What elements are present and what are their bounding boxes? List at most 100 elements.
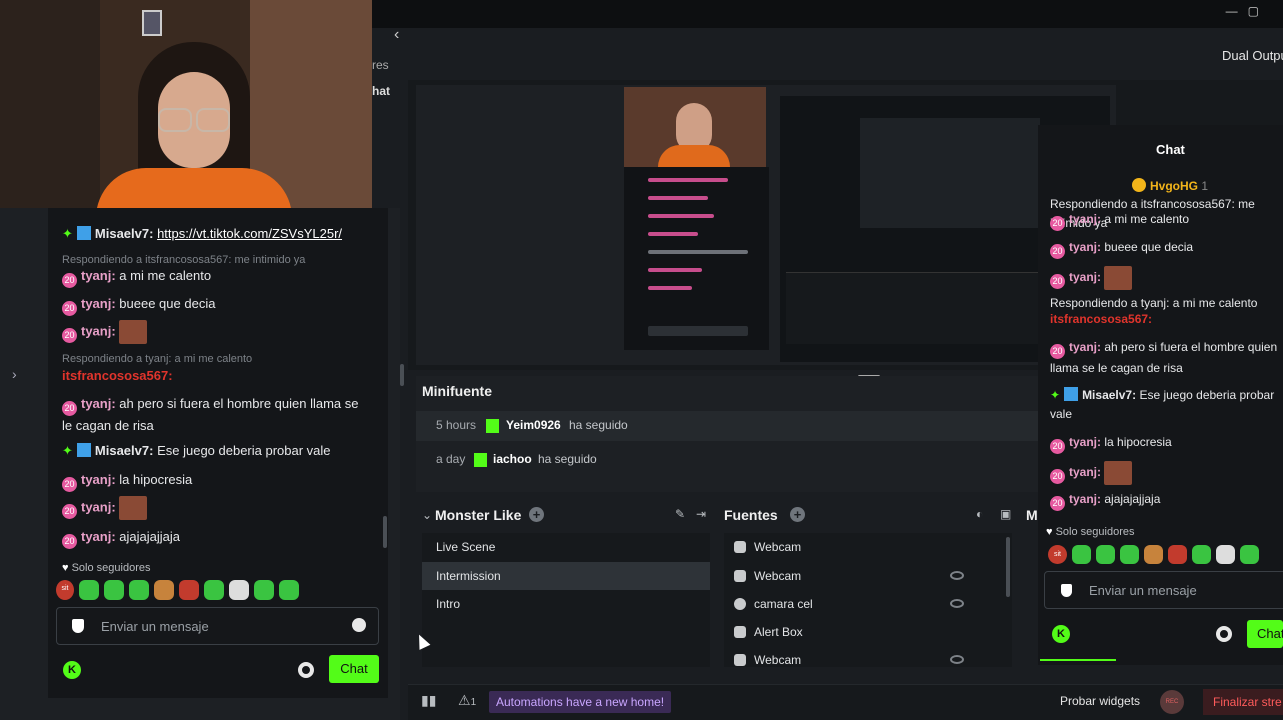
user-icon bbox=[734, 570, 746, 582]
emote-icon[interactable] bbox=[1144, 545, 1163, 564]
emote-icon[interactable] bbox=[1120, 545, 1139, 564]
collapse-chevron-icon[interactable]: ‹ bbox=[394, 26, 399, 44]
pin-icon[interactable]: ✎ bbox=[675, 507, 685, 521]
settings-icon[interactable]: ◐ bbox=[976, 507, 983, 521]
chat-input-placeholder[interactable]: Enviar un mensaje bbox=[1089, 583, 1197, 598]
scene-item-selected[interactable]: Intermission bbox=[422, 562, 710, 590]
kick-logo-icon[interactable]: K bbox=[1052, 625, 1070, 643]
add-scene-button[interactable]: + bbox=[529, 507, 544, 522]
collapse-panel-icon[interactable]: ⇥ bbox=[696, 507, 706, 521]
chat-message: 20 tyanj: bbox=[62, 496, 372, 520]
stats-icon[interactable]: ▮▮ bbox=[421, 692, 436, 709]
event-user[interactable]: iachoo bbox=[493, 452, 532, 466]
emote-icon[interactable] bbox=[1192, 545, 1211, 564]
gear-icon[interactable] bbox=[1216, 626, 1232, 642]
chat-username[interactable]: Misaelv7: bbox=[1082, 388, 1136, 402]
verified-badge-icon bbox=[76, 226, 91, 240]
gear-icon[interactable] bbox=[298, 662, 314, 678]
chat-username[interactable]: tyanj: bbox=[1069, 492, 1101, 506]
end-stream-button[interactable]: Finalizar stre bbox=[1203, 689, 1283, 715]
chat-text: a mi me calento bbox=[1104, 212, 1190, 226]
scenes-title: Monster Like bbox=[435, 507, 522, 523]
chat-username[interactable]: itsfrancososa567: bbox=[1050, 312, 1152, 326]
automations-banner[interactable]: Automations have a new home! bbox=[489, 691, 672, 713]
emote-image bbox=[1104, 461, 1133, 485]
chat-username[interactable]: tyanj: bbox=[81, 499, 116, 514]
emote-sit-icon[interactable]: sit bbox=[56, 580, 74, 600]
dual-output-label[interactable]: Dual Outpu bbox=[1222, 48, 1283, 63]
kick-logo-icon[interactable]: K bbox=[63, 661, 81, 679]
source-item[interactable]: Webcam bbox=[724, 533, 1012, 561]
chat-username[interactable]: tyanj: bbox=[81, 472, 116, 487]
visibility-icon[interactable] bbox=[950, 571, 964, 580]
pinned-user[interactable]: HvgoHG 1 bbox=[1132, 178, 1208, 193]
emote-icon[interactable] bbox=[204, 580, 224, 600]
dock-resize-bar[interactable] bbox=[400, 364, 404, 386]
emoji-icon[interactable] bbox=[352, 618, 366, 632]
followers-only-label: Solo seguidores bbox=[1055, 526, 1135, 538]
chat-username[interactable]: tyanj: bbox=[1069, 340, 1101, 354]
user-badge-icon: 20 bbox=[1050, 344, 1065, 359]
emote-icon[interactable] bbox=[1216, 545, 1235, 564]
emote-icon[interactable] bbox=[279, 580, 299, 600]
chat-username[interactable]: Misaelv7: bbox=[95, 443, 154, 458]
chevron-down-icon[interactable]: ⌄ bbox=[422, 508, 432, 522]
emote-icon[interactable] bbox=[254, 580, 274, 600]
alert-icon[interactable]: ⚠1 bbox=[458, 692, 476, 709]
chat-username[interactable]: tyanj: bbox=[1069, 212, 1101, 226]
source-item[interactable]: Webcam bbox=[724, 646, 1012, 674]
scene-item[interactable]: Live Scene bbox=[422, 533, 710, 561]
add-source-button[interactable]: + bbox=[790, 507, 805, 522]
pinned-username[interactable]: HvgoHG bbox=[1150, 179, 1198, 193]
emote-icon[interactable] bbox=[1072, 545, 1091, 564]
record-button[interactable]: REC bbox=[1160, 690, 1184, 714]
minimize-icon[interactable]: — ▢ bbox=[1226, 4, 1259, 18]
chat-username[interactable]: tyanj: bbox=[81, 396, 116, 411]
chat-input-placeholder[interactable]: Enviar un mensaje bbox=[101, 619, 209, 634]
emote-icon[interactable] bbox=[229, 580, 249, 600]
emote-sit-icon[interactable]: sit bbox=[1048, 545, 1067, 564]
emote-icon[interactable] bbox=[154, 580, 174, 600]
chat-scrollbar[interactable] bbox=[383, 516, 387, 548]
send-chat-button[interactable]: Chat bbox=[329, 655, 379, 683]
visibility-icon[interactable] bbox=[950, 599, 964, 608]
test-widgets-button[interactable]: Probar widgets bbox=[1060, 694, 1140, 708]
emote-icon[interactable] bbox=[179, 580, 199, 600]
chat-username[interactable]: tyanj: bbox=[1069, 270, 1101, 284]
sparkle-icon: ✦ bbox=[62, 443, 73, 458]
followers-only-label: Solo seguidores bbox=[71, 562, 151, 574]
emote-icon[interactable] bbox=[1096, 545, 1115, 564]
chat-username[interactable]: tyanj: bbox=[81, 296, 116, 311]
expand-arrow-icon[interactable]: › bbox=[12, 366, 17, 382]
right-send-chat-button[interactable]: Chat bbox=[1247, 620, 1283, 648]
event-user[interactable]: Yeim0926 bbox=[506, 418, 561, 432]
emote-icon[interactable] bbox=[1240, 545, 1259, 564]
app-root: — ▢ res hat ‹ Dual Outpu › ✦ Misaelv7: ht… bbox=[0, 0, 1283, 720]
chat-username[interactable]: tyanj: bbox=[81, 268, 116, 283]
preview-nested-canvas bbox=[860, 118, 1040, 228]
sparkle-icon: ✦ bbox=[62, 226, 73, 241]
emote-icon[interactable] bbox=[129, 580, 149, 600]
chat-username[interactable]: tyanj: bbox=[1069, 465, 1101, 479]
chat-username[interactable]: tyanj: bbox=[81, 323, 116, 338]
source-item[interactable]: Webcam bbox=[724, 562, 1012, 590]
chat-username[interactable]: tyanj: bbox=[81, 529, 116, 544]
sources-title: Fuentes bbox=[724, 507, 778, 523]
source-item[interactable]: camara cel bbox=[724, 590, 1012, 618]
scene-item[interactable]: Intro bbox=[422, 590, 710, 618]
emote-icon[interactable] bbox=[79, 580, 99, 600]
source-item[interactable]: Alert Box bbox=[724, 618, 1012, 646]
chat-username[interactable]: Misaelv7: bbox=[95, 226, 154, 241]
chat-link[interactable]: https://vt.tiktok.com/ZSVsYL25r/ bbox=[157, 226, 342, 241]
chat-input[interactable]: Enviar un mensaje bbox=[56, 607, 379, 645]
emote-icon[interactable] bbox=[104, 580, 124, 600]
emote-icon[interactable] bbox=[1168, 545, 1187, 564]
visibility-icon[interactable] bbox=[950, 655, 964, 664]
right-chat-input[interactable]: Enviar un mensaje bbox=[1044, 571, 1283, 609]
chat-username[interactable]: itsfrancososa567: bbox=[62, 368, 173, 383]
chat-username[interactable]: tyanj: bbox=[1069, 240, 1101, 254]
sources-scrollbar[interactable] bbox=[1006, 537, 1010, 597]
folder-icon[interactable]: ▣ bbox=[1000, 507, 1011, 521]
chat-username[interactable]: tyanj: bbox=[1069, 435, 1101, 449]
verified-badge-icon bbox=[1064, 387, 1079, 401]
